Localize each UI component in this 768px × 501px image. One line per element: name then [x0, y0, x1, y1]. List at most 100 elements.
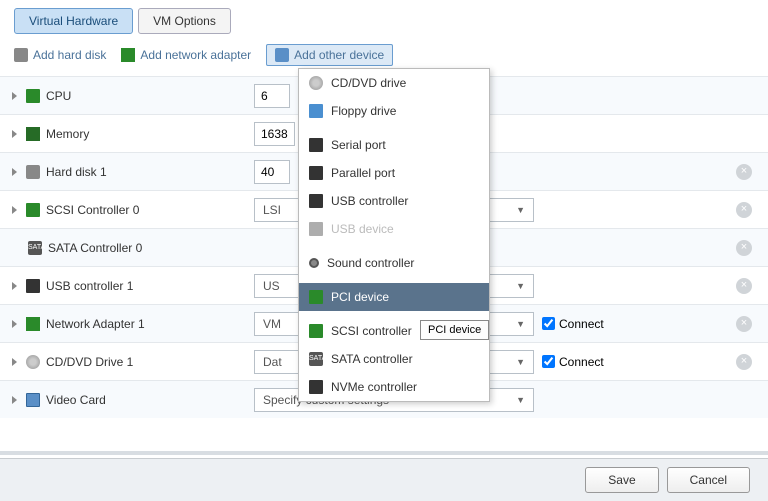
row-sata-controller-0[interactable]: SATA SATA Controller 0: [0, 233, 246, 263]
dropdown-arrow-icon: ▼: [516, 205, 525, 215]
sata0-label: SATA Controller 0: [48, 241, 142, 255]
menu-serial-port[interactable]: Serial port: [299, 131, 489, 159]
menu-label: USB controller: [331, 194, 408, 208]
dropdown-arrow-icon: ▼: [516, 357, 525, 367]
net1-value: VM: [263, 317, 281, 331]
tab-vm-options[interactable]: VM Options: [138, 8, 231, 34]
cd-icon: [26, 355, 40, 369]
scsi0-label: SCSI Controller 0: [46, 203, 139, 217]
add-other-label: Add other device: [294, 48, 384, 62]
cancel-button[interactable]: Cancel: [667, 467, 750, 493]
tooltip-pci-device: PCI device: [420, 320, 489, 340]
usb-icon: [26, 279, 40, 293]
menu-label: NVMe controller: [331, 380, 417, 394]
add-other-device-button[interactable]: Add other device: [266, 44, 393, 66]
usb1-label: USB controller 1: [46, 279, 133, 293]
usb-icon: [309, 222, 323, 236]
row-scsi-controller-0[interactable]: SCSI Controller 0: [0, 195, 246, 225]
sata-icon: SATA: [28, 241, 42, 255]
cpu-icon: [26, 89, 40, 103]
sound-icon: [309, 258, 319, 268]
expand-caret-icon: [12, 206, 17, 214]
network-icon: [121, 48, 135, 62]
floppy-icon: [309, 104, 323, 118]
expand-caret-icon: [12, 282, 17, 290]
video-icon: [26, 393, 40, 407]
connect-label: Connect: [559, 317, 604, 331]
sata-icon: SATA: [309, 352, 323, 366]
menu-usb-controller[interactable]: USB controller: [299, 187, 489, 215]
parallel-icon: [309, 166, 323, 180]
dropdown-arrow-icon: ▼: [516, 281, 525, 291]
disk-icon: [14, 48, 28, 62]
remove-net1-button[interactable]: ×: [736, 316, 752, 332]
expand-caret-icon: [12, 358, 17, 366]
scsi-icon: [309, 324, 323, 338]
row-cpu[interactable]: CPU: [0, 81, 246, 111]
remove-cd1-button[interactable]: ×: [736, 354, 752, 370]
menu-label: Serial port: [331, 138, 386, 152]
menu-label: PCI device: [331, 290, 389, 304]
cpu-label: CPU: [46, 89, 71, 103]
hd1-label: Hard disk 1: [46, 165, 107, 179]
expand-caret-icon: [12, 92, 17, 100]
pci-icon: [309, 290, 323, 304]
tab-virtual-hardware[interactable]: Virtual Hardware: [14, 8, 133, 34]
hd1-input[interactable]: 40: [254, 160, 290, 184]
menu-parallel-port[interactable]: Parallel port: [299, 159, 489, 187]
serial-icon: [309, 138, 323, 152]
memory-icon: [26, 127, 40, 141]
menu-cd-dvd-drive[interactable]: CD/DVD drive: [299, 69, 489, 97]
add-disk-label: Add hard disk: [33, 48, 106, 62]
expand-caret-icon: [12, 130, 17, 138]
remove-sata0-button[interactable]: ×: [736, 240, 752, 256]
add-net-label: Add network adapter: [140, 48, 251, 62]
row-hard-disk-1[interactable]: Hard disk 1: [0, 157, 246, 187]
menu-pci-device[interactable]: PCI device: [299, 283, 489, 311]
row-usb-controller-1[interactable]: USB controller 1: [0, 271, 246, 301]
net1-label: Network Adapter 1: [46, 317, 145, 331]
remove-usb1-button[interactable]: ×: [736, 278, 752, 294]
save-button[interactable]: Save: [585, 467, 658, 493]
row-memory[interactable]: Memory: [0, 119, 246, 149]
disk-icon: [26, 165, 40, 179]
menu-nvme-controller[interactable]: NVMe controller: [299, 373, 489, 401]
row-video-card[interactable]: Video Card: [0, 385, 246, 415]
network-icon: [26, 317, 40, 331]
menu-label: SATA controller: [331, 352, 413, 366]
add-network-adapter-button[interactable]: Add network adapter: [121, 48, 251, 62]
connect-label: Connect: [559, 355, 604, 369]
menu-sound-controller[interactable]: Sound controller: [299, 249, 489, 277]
expand-caret-icon: [12, 396, 17, 404]
cpu-input[interactable]: 6: [254, 84, 290, 108]
cd-icon: [309, 76, 323, 90]
menu-label: CD/DVD drive: [331, 76, 406, 90]
expand-caret-icon: [12, 168, 17, 176]
menu-label: USB device: [331, 222, 394, 236]
add-hard-disk-button[interactable]: Add hard disk: [14, 48, 106, 62]
usb1-value: US: [263, 279, 280, 293]
net1-connect-checkbox[interactable]: Connect: [542, 317, 604, 331]
usb-icon: [309, 194, 323, 208]
remove-hd1-button[interactable]: ×: [736, 164, 752, 180]
video-label: Video Card: [46, 393, 106, 407]
dropdown-arrow-icon: ▼: [516, 319, 525, 329]
memory-input[interactable]: 1638: [254, 122, 295, 146]
add-other-device-menu: CD/DVD drive Floppy drive Serial port Pa…: [298, 68, 490, 402]
cd1-connect-checkbox[interactable]: Connect: [542, 355, 604, 369]
remove-scsi0-button[interactable]: ×: [736, 202, 752, 218]
memory-label: Memory: [46, 127, 89, 141]
dropdown-arrow-icon: ▼: [516, 395, 525, 405]
row-cd-dvd-drive-1[interactable]: CD/DVD Drive 1: [0, 347, 246, 377]
footer-divider: [0, 451, 768, 455]
device-icon: [275, 48, 289, 62]
expand-caret-icon: [12, 320, 17, 328]
scsi-icon: [26, 203, 40, 217]
menu-sata-controller[interactable]: SATA SATA controller: [299, 345, 489, 373]
menu-label: SCSI controller: [331, 324, 412, 338]
menu-usb-device: USB device: [299, 215, 489, 243]
menu-label: Parallel port: [331, 166, 395, 180]
row-network-adapter-1[interactable]: Network Adapter 1: [0, 309, 246, 339]
cd1-value: Dat: [263, 355, 282, 369]
menu-floppy-drive[interactable]: Floppy drive: [299, 97, 489, 125]
